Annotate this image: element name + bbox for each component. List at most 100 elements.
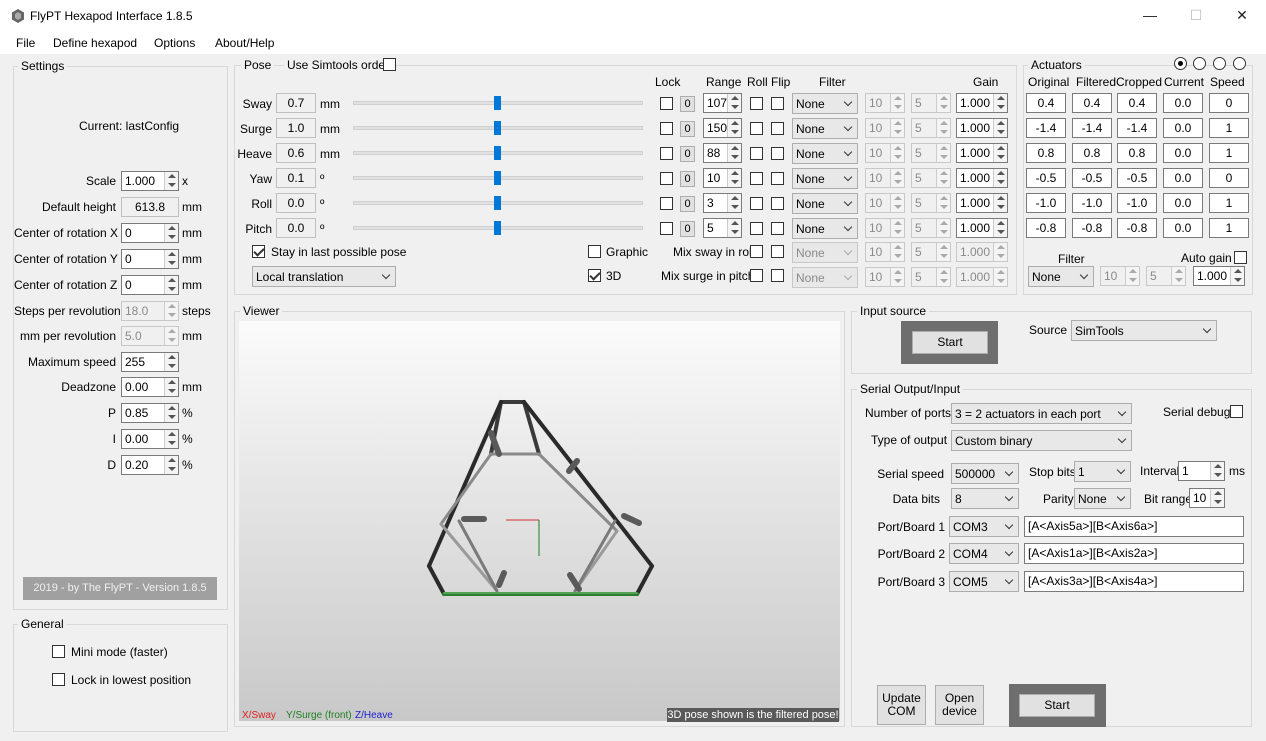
roll-lock-checkbox[interactable] [660, 197, 673, 210]
roll-flip-checkbox[interactable] [771, 197, 784, 210]
roll-range-spinner[interactable]: 3 [703, 193, 742, 213]
mini-mode-checkbox[interactable] [52, 645, 65, 658]
d-spinner[interactable]: 0.20 [121, 455, 179, 475]
board-1-format-input[interactable]: [A<Axis5a>][B<Axis6a>] [1024, 516, 1244, 537]
sway-gain-spinner[interactable]: 1.000 [956, 93, 1008, 113]
sway-slider-thumb[interactable] [494, 96, 501, 110]
mix-surge-checkbox[interactable] [750, 269, 763, 282]
menu-define-hexapod[interactable]: Define hexapod [53, 36, 137, 50]
pitch-flip-checkbox[interactable] [771, 222, 784, 235]
yaw-range-spinner[interactable]: 10 [703, 168, 742, 188]
pitch-lock-button[interactable]: 0 [680, 221, 695, 237]
actuator-filter-select[interactable]: None [1028, 266, 1094, 287]
center-x-spinner[interactable]: 0 [121, 223, 179, 243]
graphic-checkbox[interactable] [588, 245, 601, 258]
interval-spinner[interactable]: 1 [1178, 461, 1225, 481]
mix-sway-checkbox[interactable] [750, 245, 763, 258]
heave-gain-spinner[interactable]: 1.000 [956, 143, 1008, 163]
sway-filter-select[interactable]: None [792, 93, 858, 114]
speed-select[interactable]: 500000 [951, 463, 1019, 484]
yaw-lock-button[interactable]: 0 [680, 171, 695, 187]
surge-roll-checkbox[interactable] [750, 122, 763, 135]
mix-surge-flip-checkbox[interactable] [771, 269, 784, 282]
close-button[interactable]: ✕ [1219, 0, 1265, 32]
sway-roll-checkbox[interactable] [750, 97, 763, 110]
sway-lock-button[interactable]: 0 [680, 96, 695, 112]
heave-slider-thumb[interactable] [494, 146, 501, 160]
pitch-gain-spinner[interactable]: 1.000 [956, 218, 1008, 238]
max-speed-spinner[interactable]: 255 [121, 352, 179, 372]
viewer-canvas[interactable] [239, 321, 840, 721]
board-2-port-select[interactable]: COM4 [949, 543, 1019, 564]
pitch-range-spinner[interactable]: 5 [703, 218, 742, 238]
yaw-gain-spinner[interactable]: 1.000 [956, 168, 1008, 188]
parity-select[interactable]: None [1074, 488, 1131, 509]
ports-select[interactable]: 3 = 2 actuators in each port [951, 403, 1132, 424]
minimize-button[interactable]: — [1127, 0, 1173, 32]
heave-roll-checkbox[interactable] [750, 147, 763, 160]
surge-flip-checkbox[interactable] [771, 122, 784, 135]
serial-debug-checkbox[interactable] [1230, 405, 1243, 418]
heave-filter-select[interactable]: None [792, 143, 858, 164]
open-device-button[interactable]: Open device [935, 685, 984, 725]
pitch-filter-select[interactable]: None [792, 218, 858, 239]
roll-slider-thumb[interactable] [494, 196, 501, 210]
yaw-roll-checkbox[interactable] [750, 172, 763, 185]
serial-start-button[interactable]: Start [1019, 694, 1095, 717]
actuator-view-radio-1[interactable] [1174, 57, 1187, 70]
actuator-view-radio-3[interactable] [1213, 57, 1226, 70]
surge-filter-select[interactable]: None [792, 118, 858, 139]
input-start-button[interactable]: Start [912, 331, 988, 354]
maximize-button[interactable]: ☐ [1173, 0, 1219, 32]
sway-flip-checkbox[interactable] [771, 97, 784, 110]
board-1-port-select[interactable]: COM3 [949, 516, 1019, 537]
board-3-port-select[interactable]: COM5 [949, 571, 1019, 592]
actuator-view-radio-2[interactable] [1193, 57, 1206, 70]
stop-bits-select[interactable]: 1 [1074, 461, 1131, 482]
surge-lock-button[interactable]: 0 [680, 121, 695, 137]
roll-filter-select[interactable]: None [792, 193, 858, 214]
sway-range-spinner[interactable]: 107 [703, 93, 742, 113]
scale-spinner[interactable]: 1.000 [121, 171, 179, 191]
surge-range-spinner[interactable]: 150 [703, 118, 742, 138]
roll-roll-checkbox[interactable] [750, 197, 763, 210]
mix-sway-flip-checkbox[interactable] [771, 245, 784, 258]
deadzone-spinner[interactable]: 0.00 [121, 377, 179, 397]
data-bits-select[interactable]: 8 [951, 488, 1019, 509]
roll-gain-spinner[interactable]: 1.000 [956, 193, 1008, 213]
menu-file[interactable]: File [16, 36, 35, 50]
heave-lock-checkbox[interactable] [660, 147, 673, 160]
surge-lock-checkbox[interactable] [660, 122, 673, 135]
surge-slider-thumb[interactable] [494, 121, 501, 135]
heave-lock-button[interactable]: 0 [680, 146, 695, 162]
pitch-lock-checkbox[interactable] [660, 222, 673, 235]
stay-last-checkbox[interactable] [252, 245, 265, 258]
pitch-roll-checkbox[interactable] [750, 222, 763, 235]
center-y-spinner[interactable]: 0 [121, 249, 179, 269]
update-com-button[interactable]: Update COM [877, 685, 926, 725]
actuator-gain-spinner[interactable]: 1.000 [1193, 266, 1245, 286]
heave-flip-checkbox[interactable] [771, 147, 784, 160]
type-select[interactable]: Custom binary [951, 430, 1132, 451]
i-spinner[interactable]: 0.00 [121, 429, 179, 449]
yaw-slider-thumb[interactable] [494, 171, 501, 185]
roll-lock-button[interactable]: 0 [680, 196, 695, 212]
lock-lowest-checkbox[interactable] [52, 673, 65, 686]
use-simtools-checkbox[interactable] [383, 58, 396, 71]
source-select[interactable]: SimTools [1071, 320, 1217, 341]
sway-lock-checkbox[interactable] [660, 97, 673, 110]
auto-gain-checkbox[interactable] [1234, 251, 1247, 264]
actuator-view-radio-4[interactable] [1233, 57, 1246, 70]
yaw-filter-select[interactable]: None [792, 168, 858, 189]
yaw-lock-checkbox[interactable] [660, 172, 673, 185]
yaw-flip-checkbox[interactable] [771, 172, 784, 185]
menu-about-help[interactable]: About/Help [215, 36, 274, 50]
translation-select[interactable]: Local translation [252, 266, 396, 287]
pitch-slider-thumb[interactable] [494, 221, 501, 235]
menu-options[interactable]: Options [154, 36, 195, 50]
bit-range-spinner[interactable]: 10 [1189, 488, 1225, 508]
center-z-spinner[interactable]: 0 [121, 275, 179, 295]
surge-gain-spinner[interactable]: 1.000 [956, 118, 1008, 138]
board-2-format-input[interactable]: [A<Axis1a>][B<Axis2a>] [1024, 543, 1244, 564]
board-3-format-input[interactable]: [A<Axis3a>][B<Axis4a>] [1024, 571, 1244, 592]
